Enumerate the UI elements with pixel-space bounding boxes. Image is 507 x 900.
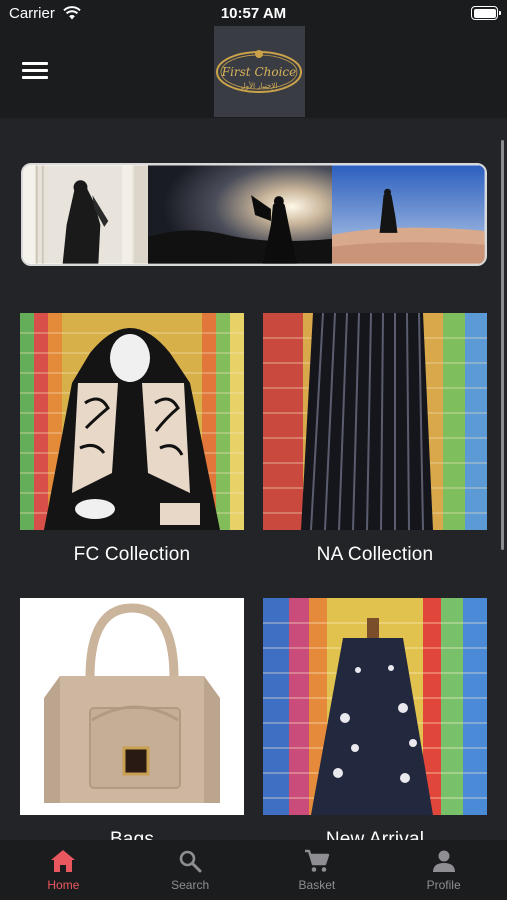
collection-image — [20, 313, 244, 530]
collection-tile-fc[interactable]: FC Collection — [20, 313, 244, 566]
collection-label: FC Collection — [73, 544, 191, 565]
battery-icon — [471, 6, 501, 20]
banner-image-desert — [332, 165, 485, 264]
banner-image-mosque — [23, 165, 148, 264]
brand-logo: First Choice الإختيار الأول — [214, 26, 305, 117]
cart-icon — [304, 849, 330, 872]
tab-label: Home — [47, 878, 80, 892]
collection-tile-na[interactable]: NA Collection — [263, 313, 487, 566]
status-bar: Carrier 10:57 AM — [0, 0, 507, 28]
search-icon — [179, 850, 202, 873]
tab-label: Profile — [426, 878, 461, 892]
clock: 10:57 AM — [220, 5, 287, 22]
svg-text:الإختيار الأول: الإختيار الأول — [241, 81, 278, 90]
svg-text:First Choice: First Choice — [221, 65, 297, 79]
hamburger-line — [22, 69, 48, 72]
tab-home[interactable]: Home — [0, 840, 127, 900]
collection-label: New Arrival — [325, 829, 425, 840]
menu-button[interactable] — [22, 62, 48, 82]
tab-basket[interactable]: Basket — [254, 840, 381, 900]
collection-image — [20, 598, 244, 815]
tab-bar: Home Search Basket Profile — [0, 840, 507, 900]
collection-image — [263, 313, 487, 530]
person-icon — [432, 850, 455, 872]
promo-banner[interactable] — [21, 163, 487, 266]
collection-tile-bags[interactable]: Bags — [20, 598, 244, 840]
tab-search[interactable]: Search — [127, 840, 254, 900]
tab-label: Basket — [298, 878, 336, 892]
tab-profile[interactable]: Profile — [380, 840, 507, 900]
home-icon — [51, 850, 76, 872]
navigation-bar: First Choice الإختيار الأول — [0, 26, 507, 118]
collection-image — [263, 598, 487, 815]
collection-tile-new-arrival[interactable]: New Arrival — [263, 598, 487, 840]
home-content[interactable]: FC Collection NA Collection Bags New Arr… — [0, 118, 507, 840]
collection-label: NA Collection — [316, 544, 434, 565]
banner-image-sunset — [147, 165, 333, 264]
collection-label: Bags — [109, 829, 155, 840]
hamburger-line — [22, 62, 48, 65]
tab-label: Search — [171, 878, 210, 892]
scrollbar[interactable] — [501, 140, 504, 550]
hamburger-line — [22, 76, 48, 79]
